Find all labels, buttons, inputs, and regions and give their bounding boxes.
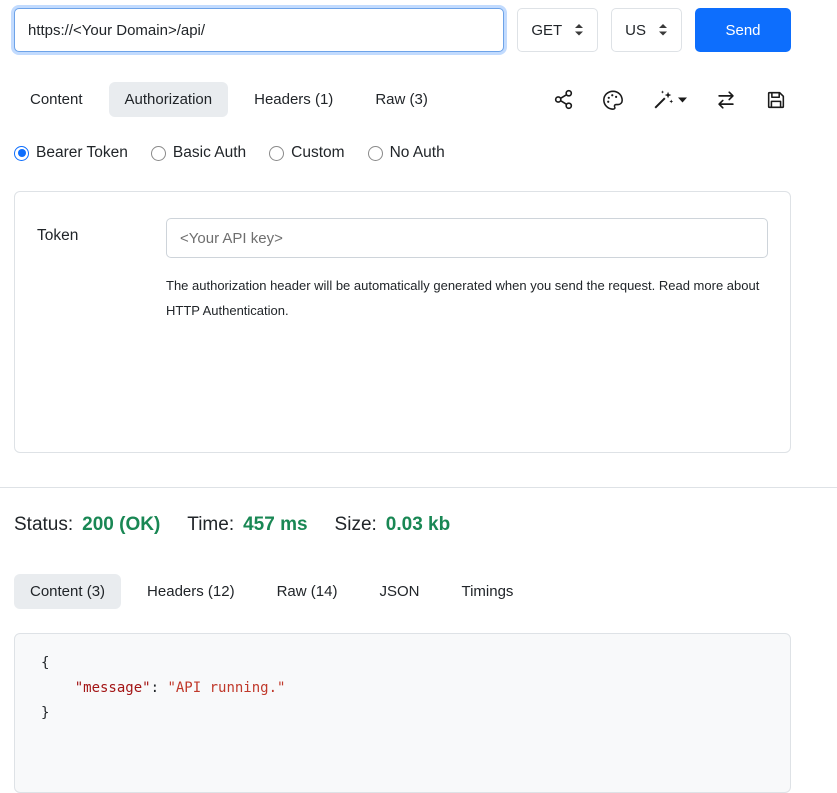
status-value: 200 (OK) xyxy=(82,514,160,536)
request-bar: GET US Send xyxy=(14,8,791,52)
share-nodes-icon xyxy=(553,89,574,110)
send-button[interactable]: Send xyxy=(695,8,791,52)
palette-icon xyxy=(602,89,624,111)
json-indent xyxy=(41,680,75,696)
compare-button[interactable] xyxy=(715,89,737,111)
request-toolbar xyxy=(553,89,791,111)
method-select-value: GET xyxy=(531,22,562,39)
generate-code-button[interactable] xyxy=(652,89,687,111)
token-row: Token The authorization header will be a… xyxy=(37,218,768,323)
url-input[interactable] xyxy=(14,8,504,52)
auth-type-label: Custom xyxy=(291,144,344,162)
method-select[interactable]: GET xyxy=(517,8,598,52)
magic-wand-icon xyxy=(652,89,674,111)
json-open-brace: { xyxy=(41,655,49,671)
tab-content[interactable]: Content xyxy=(14,82,99,117)
request-tabs-row: Content Authorization Headers (1) Raw (3… xyxy=(14,82,791,117)
auth-type-basic-auth[interactable]: Basic Auth xyxy=(151,144,246,162)
json-key: "message" xyxy=(75,680,151,696)
section-divider xyxy=(0,487,837,488)
theme-button[interactable] xyxy=(602,89,624,111)
select-caret-icon xyxy=(658,24,668,36)
location-select-value: US xyxy=(625,22,646,39)
status-item: Status: 200 (OK) xyxy=(14,514,160,536)
tab-raw[interactable]: Raw (3) xyxy=(359,82,444,117)
caret-down-icon xyxy=(678,97,687,103)
auth-help-text: The authorization header will be automat… xyxy=(166,273,768,323)
radio-icon xyxy=(269,146,284,161)
time-label: Time: xyxy=(187,514,234,536)
json-close-brace: } xyxy=(41,705,49,721)
response-tab-json[interactable]: JSON xyxy=(363,574,435,609)
response-tab-timings[interactable]: Timings xyxy=(445,574,529,609)
radio-icon xyxy=(368,146,383,161)
auth-type-bearer-token[interactable]: Bearer Token xyxy=(14,144,128,162)
size-item: Size: 0.03 kb xyxy=(335,514,451,536)
radio-checked-icon xyxy=(14,146,29,161)
authorization-panel: Token The authorization header will be a… xyxy=(14,191,791,453)
size-value: 0.03 kb xyxy=(386,514,450,536)
response-tab-content[interactable]: Content (3) xyxy=(14,574,121,609)
auth-type-label: Bearer Token xyxy=(36,144,128,162)
code-line: "message": "API running." xyxy=(41,676,764,701)
response-status-row: Status: 200 (OK) Time: 457 ms Size: 0.03… xyxy=(14,514,791,536)
share-button[interactable] xyxy=(553,89,574,110)
time-item: Time: 457 ms xyxy=(187,514,307,536)
token-field-area: The authorization header will be automat… xyxy=(166,218,768,323)
save-icon xyxy=(765,89,787,111)
code-line: } xyxy=(41,701,764,726)
response-tabs: Content (3) Headers (12) Raw (14) JSON T… xyxy=(14,574,791,609)
auth-type-label: No Auth xyxy=(390,144,445,162)
token-label: Token xyxy=(37,218,166,323)
api-tester-page: GET US Send Content Authorization Header… xyxy=(0,0,837,793)
auth-type-no-auth[interactable]: No Auth xyxy=(368,144,445,162)
radio-icon xyxy=(151,146,166,161)
json-string-value: "API running." xyxy=(167,680,285,696)
auth-type-custom[interactable]: Custom xyxy=(269,144,344,162)
save-button[interactable] xyxy=(765,89,787,111)
swap-arrows-icon xyxy=(715,89,737,111)
size-label: Size: xyxy=(335,514,377,536)
response-tab-headers[interactable]: Headers (12) xyxy=(131,574,251,609)
code-line: { xyxy=(41,651,764,676)
status-label: Status: xyxy=(14,514,73,536)
time-value: 457 ms xyxy=(243,514,307,536)
auth-type-label: Basic Auth xyxy=(173,144,246,162)
response-body: { "message": "API running." } xyxy=(14,633,791,793)
tab-authorization[interactable]: Authorization xyxy=(109,82,229,117)
response-tab-raw[interactable]: Raw (14) xyxy=(261,574,354,609)
location-select[interactable]: US xyxy=(611,8,682,52)
token-input[interactable] xyxy=(166,218,768,258)
select-caret-icon xyxy=(574,24,584,36)
auth-type-options: Bearer Token Basic Auth Custom No Auth xyxy=(14,144,791,162)
tab-headers[interactable]: Headers (1) xyxy=(238,82,349,117)
json-colon: : xyxy=(151,680,168,696)
request-tabs: Content Authorization Headers (1) Raw (3… xyxy=(14,82,444,117)
